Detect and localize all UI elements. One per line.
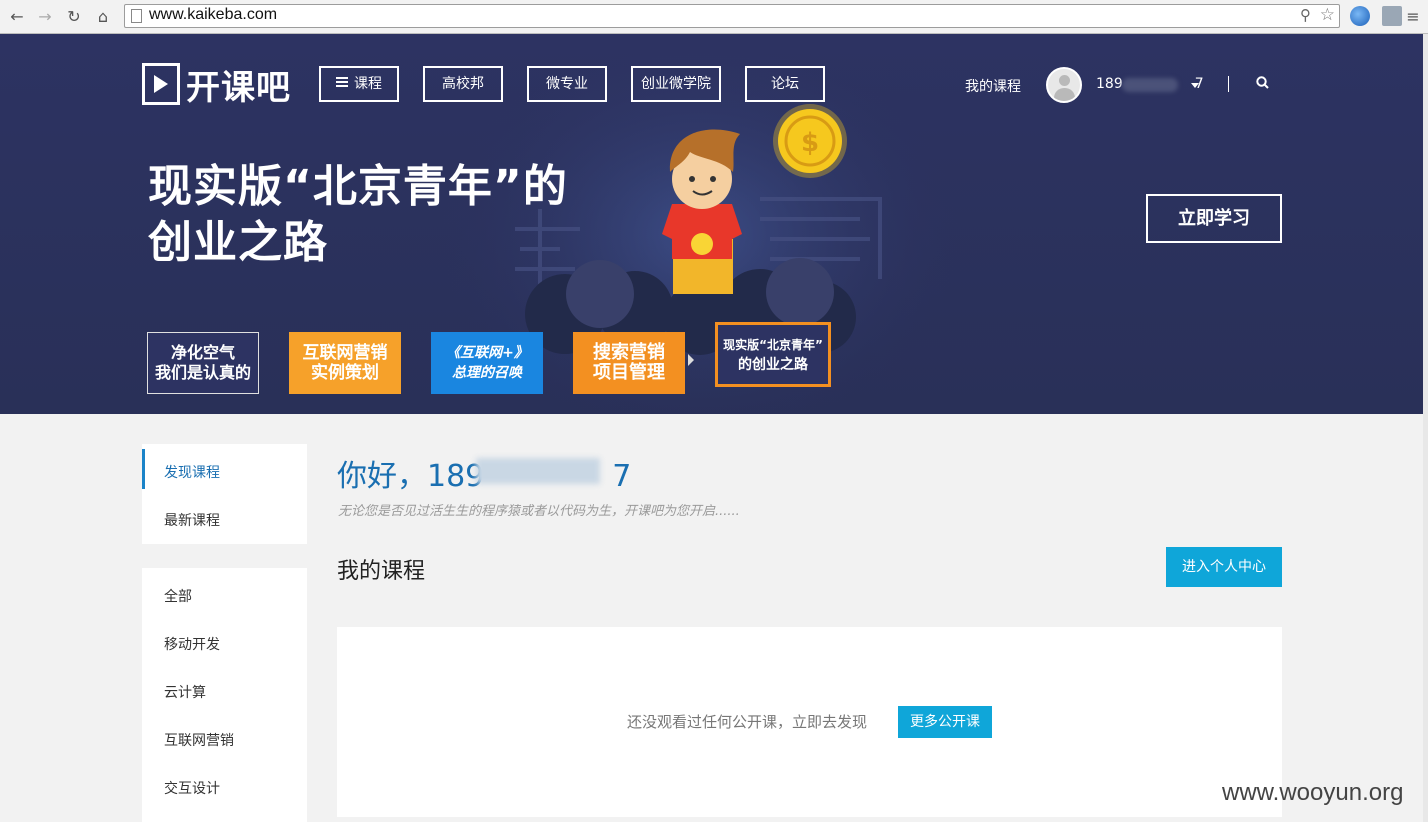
thumb-arrow-icon — [688, 354, 694, 366]
key-icon[interactable]: ⚲ — [1300, 6, 1311, 24]
reload-icon[interactable]: ↻ — [63, 6, 85, 28]
url-text: www.kaikeba.com — [149, 6, 278, 23]
banner-thumb-4[interactable]: 搜索营销 项目管理 — [573, 332, 685, 394]
hero-title: 现实版“北京青年”的 创业之路 — [148, 159, 568, 271]
sidebar-item-all[interactable]: 全部 — [164, 586, 192, 606]
banner-thumb-2[interactable]: 互联网营销 实例策划 — [289, 332, 401, 394]
nav-divider — [1228, 76, 1229, 92]
browser-toolbar: ← → ↻ ⌂ www.kaikeba.com ⚲ ☆ ≡ — [0, 0, 1428, 34]
nav-courses-label: 课程 — [354, 76, 382, 92]
extension-icon[interactable] — [1382, 6, 1402, 26]
thumb-3-line2: 总理的召唤 — [452, 365, 522, 381]
greeting-subtitle: 无论您是否见过活生生的程序猿或者以代码为生，开课吧为您开启...... — [338, 504, 740, 519]
back-icon[interactable]: ← — [6, 6, 28, 28]
page-icon — [131, 9, 142, 23]
thumb-5-line2: 的创业之路 — [738, 356, 808, 373]
watermark: www.wooyun.org — [1222, 779, 1404, 806]
sidebar-discover-panel: 发现课程 最新课程 — [142, 444, 307, 544]
sidebar-item-latest[interactable]: 最新课程 — [164, 510, 220, 530]
empty-courses-text: 还没观看过任何公开课，立即去发现 — [627, 713, 868, 731]
menu-icon[interactable]: ≡ — [1402, 6, 1424, 28]
menu-list-icon — [336, 77, 348, 87]
more-open-courses-button[interactable]: 更多公开课 — [898, 706, 992, 738]
sidebar-item-mobile-dev[interactable]: 移动开发 — [164, 634, 220, 654]
banner-thumb-1[interactable]: 净化空气 我们是认真的 — [147, 332, 259, 394]
kaikeba-logo[interactable]: 开课吧 — [142, 63, 291, 108]
sidebar-item-cloud[interactable]: 云计算 — [164, 682, 206, 702]
svg-text:$: $ — [801, 128, 819, 158]
forward-icon[interactable]: → — [34, 6, 56, 28]
my-courses-link[interactable]: 我的课程 — [965, 76, 1021, 96]
sidebar-item-internet-marketing[interactable]: 互联网营销 — [164, 730, 234, 750]
username-prefix: 189 — [1096, 76, 1123, 92]
scrollbar[interactable] — [1423, 34, 1428, 822]
banner-thumb-3[interactable]: 《互联网+》 总理的召唤 — [431, 332, 543, 394]
active-indicator — [142, 449, 145, 489]
avatar[interactable] — [1046, 67, 1082, 103]
hero-title-line1: 现实版“北京青年”的 — [148, 161, 568, 212]
search-icon[interactable] — [1256, 76, 1269, 89]
thumb-4-line2: 项目管理 — [593, 362, 665, 383]
greeting-prefix: 你好，189 — [337, 459, 485, 494]
my-courses-title: 我的课程 — [337, 559, 426, 584]
hero-title-line2: 创业之路 — [148, 217, 328, 268]
nav-courses[interactable]: 课程 — [319, 66, 399, 102]
thumb-5-line1: 现实版“北京青年” — [723, 337, 823, 352]
thumb-3-line1: 《互联网+》 — [446, 345, 528, 361]
banner-thumb-5-active[interactable]: 现实版“北京青年” 的创业之路 — [715, 322, 831, 387]
chevron-down-icon[interactable] — [1191, 83, 1199, 88]
logo-text: 开课吧 — [186, 67, 291, 108]
redacted-username — [1122, 78, 1178, 92]
nav-micro-major[interactable]: 微专业 — [527, 66, 607, 102]
address-bar[interactable]: www.kaikeba.com ⚲ ☆ — [124, 4, 1340, 28]
thumb-1-line1: 净化空气 — [170, 343, 235, 362]
globe-extension-icon[interactable] — [1350, 6, 1370, 26]
sidebar-item-interaction-design[interactable]: 交互设计 — [164, 778, 220, 798]
greeting-tail: 7 — [612, 459, 632, 494]
personal-center-button[interactable]: 进入个人中心 — [1166, 547, 1282, 587]
thumb-2-line2: 实例策划 — [311, 363, 379, 383]
home-icon[interactable]: ⌂ — [92, 6, 114, 28]
redacted-greeting-name — [476, 458, 600, 484]
logo-play-icon — [142, 63, 180, 105]
sidebar-category-panel: 全部 移动开发 云计算 互联网营销 交互设计 — [142, 568, 307, 822]
bookmark-star-icon[interactable]: ☆ — [1320, 5, 1335, 25]
hero-banner: $ 开课吧 课程 高校邦 微专业 创业微学院 论坛 我的课程 189 7 现实版“… — [0, 34, 1423, 414]
nav-startup-academy[interactable]: 创业微学院 — [631, 66, 721, 102]
nav-forum[interactable]: 论坛 — [745, 66, 825, 102]
thumb-1-line2: 我们是认真的 — [154, 363, 251, 382]
sidebar-item-discover[interactable]: 发现课程 — [164, 462, 220, 482]
thumb-2-line1: 互联网营销 — [302, 343, 388, 363]
study-now-button[interactable]: 立即学习 — [1146, 194, 1282, 243]
thumb-4-line1: 搜索营销 — [593, 342, 665, 363]
nav-gaoxiaobang[interactable]: 高校邦 — [423, 66, 503, 102]
